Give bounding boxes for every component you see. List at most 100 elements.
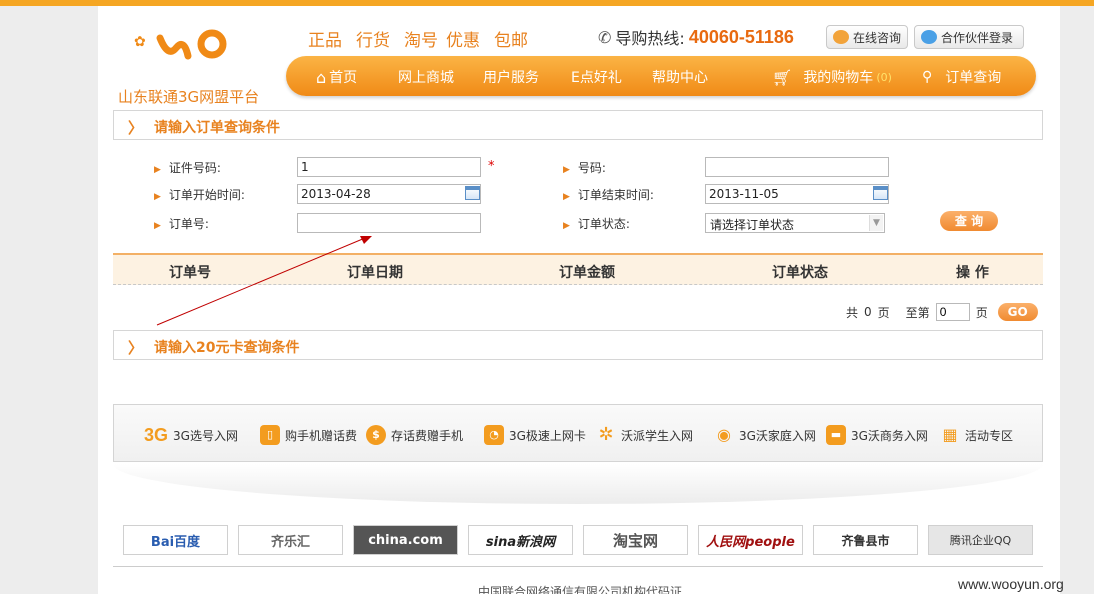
chat-icon xyxy=(833,30,849,44)
pager-total-prefix: 共 xyxy=(846,305,859,320)
hotline-number: 40060-51186 xyxy=(688,26,794,47)
feature-label: 活动专区 xyxy=(965,428,1014,443)
family-icon: ◉ xyxy=(717,425,731,444)
feature-label: 3G沃商务入网 xyxy=(851,428,928,443)
end-date-label: ▶ 订单结束时间: xyxy=(563,188,654,202)
nav-item-label: 网上商城 xyxy=(398,70,454,86)
bullet-arrow-icon: ▶ xyxy=(563,221,570,231)
orders-table-header: 订单号 订单日期 订单金额 订单状态 操 作 xyxy=(113,253,1043,285)
feature-item[interactable]: 3G 3G选号入网 xyxy=(144,425,238,446)
bullet-arrow-icon: ▶ xyxy=(563,165,570,175)
card-query-header[interactable]: 〉 请输入20元卡查询条件 xyxy=(113,330,1043,360)
pager-total: 0 xyxy=(864,305,872,319)
slogan-item: 包邮 xyxy=(494,31,528,51)
feature-label: 3G极速上网卡 xyxy=(509,428,586,443)
partner-logo-china-com[interactable]: china.com xyxy=(353,525,458,555)
feature-item[interactable]: ▦ 活动专区 xyxy=(940,425,1013,445)
hotline: ✆ 导购热线: 40060-51186 xyxy=(598,25,794,49)
column-header: 订单金额 xyxy=(559,265,615,281)
slogans: 正品 行货 淘号 优惠 包邮 xyxy=(308,26,528,51)
order-query-header: 〉 请输入订单查询条件 xyxy=(113,110,1043,140)
column-header: 订单号 xyxy=(169,265,211,281)
end-date-field xyxy=(705,184,889,204)
nav-item-gifts[interactable]: E点好礼 xyxy=(571,67,622,87)
svg-text:✿: ✿ xyxy=(134,34,146,50)
phone-icon: ✆ xyxy=(598,27,612,47)
main-nav: ⌂ 首页 网上商城 用户服务 E点好礼 帮助中心 🛒︎ 我的购物车 (0) ⚲ … xyxy=(286,56,1036,96)
feature-bar: 3G 3G选号入网 ▯ 购手机赠话费 $ 存话费赠手机 ◔ 3G极速上网卡 ✲ … xyxy=(113,404,1043,462)
online-consult-button[interactable]: 在线咨询 xyxy=(826,25,908,49)
nav-item-label: 用户服务 xyxy=(483,70,539,86)
chevron-right-icon: 〉 xyxy=(128,339,144,357)
nav-item-mall[interactable]: 网上商城 xyxy=(398,67,454,87)
watermark: www.wooyun.org xyxy=(958,576,1064,592)
partner-logo-tencent-qq[interactable]: 腾讯企业QQ xyxy=(928,525,1033,555)
calendar-icon[interactable] xyxy=(465,186,480,200)
phone-input[interactable] xyxy=(705,157,889,177)
bullet-arrow-icon: ▶ xyxy=(563,192,570,202)
feature-label: 购手机赠话费 xyxy=(285,428,358,443)
nav-item-cart[interactable]: 🛒︎ 我的购物车 (0) xyxy=(772,67,892,87)
feature-label: 3G沃家庭入网 xyxy=(739,428,816,443)
feature-item[interactable]: $ 存话费赠手机 xyxy=(366,425,463,445)
nav-item-user-service[interactable]: 用户服务 xyxy=(483,67,539,87)
bullet-arrow-icon: ▶ xyxy=(154,165,161,175)
partner-logo-people[interactable]: 人民网people xyxy=(698,525,803,555)
nav-item-label: 订单查询 xyxy=(945,70,1002,86)
chevron-right-icon: 〉 xyxy=(128,119,144,137)
3g-icon: 3G xyxy=(144,425,169,445)
nav-item-home[interactable]: ⌂ 首页 xyxy=(316,67,357,87)
required-mark: * xyxy=(488,159,495,174)
calendar-icon[interactable] xyxy=(873,186,888,200)
order-no-input[interactable] xyxy=(297,213,481,233)
rss-icon: ◔ xyxy=(484,425,504,445)
order-status-label: ▶ 订单状态: xyxy=(563,217,630,231)
feature-item[interactable]: ✲ 沃派学生入网 xyxy=(596,425,693,445)
partner-logo-sina[interactable]: sina新浪网 xyxy=(468,525,573,555)
slogan-item: 正品 xyxy=(308,31,342,51)
partner-logo-taobao[interactable]: 淘宝网 xyxy=(583,525,688,555)
phone-icon: ▯ xyxy=(260,425,280,445)
start-date-input[interactable] xyxy=(297,184,481,204)
online-consult-label: 在线咨询 xyxy=(852,30,901,45)
query-button[interactable]: 查 询 xyxy=(940,211,998,231)
home-icon: ⌂ xyxy=(316,67,327,87)
dollar-icon: $ xyxy=(366,425,386,445)
partner-login-label: 合作伙伴登录 xyxy=(941,30,1014,45)
hotline-label: 导购热线: xyxy=(615,29,685,48)
order-status-select[interactable]: 请选择订单状态 ▼ xyxy=(705,213,885,233)
order-no-label: ▶ 订单号: xyxy=(154,217,209,231)
unicom-logo[interactable]: ✿ 山东联通3G网盟平台 xyxy=(118,20,268,106)
nav-item-label: 首页 xyxy=(329,70,358,86)
page-number-input[interactable] xyxy=(935,303,970,321)
briefcase-icon: ▬ xyxy=(826,425,846,445)
start-date-field xyxy=(297,184,481,204)
partner-logo-baidu[interactable]: Bai百度 xyxy=(123,525,228,555)
nav-item-order-query[interactable]: ⚲ 订单查询 xyxy=(922,67,1001,87)
feature-item[interactable]: ◉ 3G沃家庭入网 xyxy=(714,425,816,445)
id-number-input[interactable] xyxy=(297,157,481,177)
footer-divider xyxy=(113,566,1043,567)
nav-item-label: 帮助中心 xyxy=(652,70,708,86)
cart-count: (0) xyxy=(876,70,892,84)
nav-item-help[interactable]: 帮助中心 xyxy=(652,67,708,87)
column-header: 订单状态 xyxy=(772,265,828,281)
pager-goto-prefix: 至第 xyxy=(905,305,930,320)
wo-logo-icon: ✿ xyxy=(134,29,227,60)
partner-logo-sdinfo[interactable]: 齐鲁县市 xyxy=(813,525,918,555)
order-query-title: 请输入订单查询条件 xyxy=(154,120,280,136)
feature-item[interactable]: ▯ 购手机赠话费 xyxy=(260,425,357,445)
feature-label: 存话费赠手机 xyxy=(391,428,464,443)
feature-item[interactable]: ◔ 3G极速上网卡 xyxy=(484,425,586,445)
feature-item[interactable]: ▬ 3G沃商务入网 xyxy=(826,425,928,445)
chevron-down-icon: ▼ xyxy=(869,215,883,231)
cart-icon: 🛒︎ xyxy=(772,67,793,87)
partner-logo-qilehui[interactable]: 齐乐汇 xyxy=(238,525,343,555)
pager-goto-suffix: 页 xyxy=(975,305,988,320)
slogan-item: 行货 xyxy=(356,31,390,51)
go-button[interactable]: GO xyxy=(997,303,1038,321)
end-date-input[interactable] xyxy=(705,184,889,204)
slogan-item: 淘号 xyxy=(404,31,438,51)
pager-total-suffix: 页 xyxy=(877,305,890,320)
partner-login-button[interactable]: 合作伙伴登录 xyxy=(914,25,1024,49)
